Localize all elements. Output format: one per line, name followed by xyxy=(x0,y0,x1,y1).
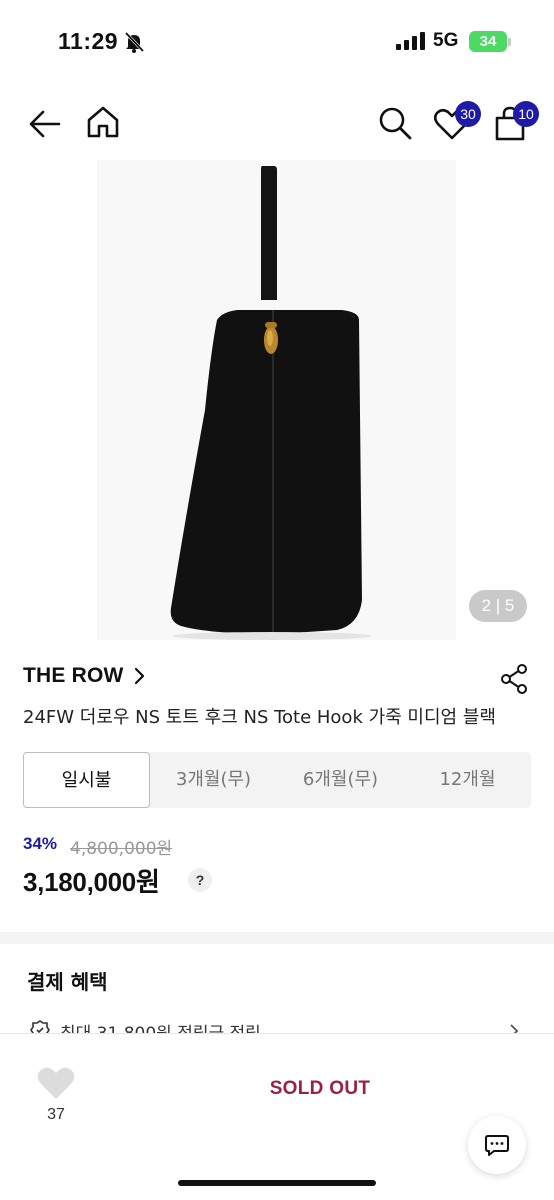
network-label: 5G xyxy=(433,30,459,51)
battery-indicator: 34 xyxy=(469,31,507,52)
search-icon xyxy=(379,107,412,140)
original-price: 4,800,000원 xyxy=(70,839,173,859)
status-time: 11:29 xyxy=(58,28,119,54)
section-divider xyxy=(0,932,554,944)
brand-link[interactable]: THE ROW xyxy=(23,664,146,688)
wishlist-count-badge: 30 xyxy=(455,101,481,127)
cart-count-badge: 10 xyxy=(513,101,539,127)
chevron-right-icon xyxy=(134,667,144,685)
back-arrow-icon xyxy=(29,110,61,138)
battery-cap xyxy=(508,38,511,46)
back-button[interactable] xyxy=(26,105,64,143)
like-button[interactable] xyxy=(36,1064,76,1102)
tab-lump-sum[interactable]: 일시불 xyxy=(23,752,150,808)
heart-filled-icon xyxy=(37,1067,75,1099)
sale-price: 3,180,000원 xyxy=(23,867,160,897)
chat-button[interactable] xyxy=(468,1116,526,1174)
bell-slash-icon xyxy=(124,31,145,53)
tab-3-months[interactable]: 3개월(무) xyxy=(150,752,277,808)
tote-bag-photo xyxy=(97,160,456,640)
sold-out-button[interactable]: SOLD OUT xyxy=(120,1064,520,1114)
status-bar: 11:29 5G 34 xyxy=(0,0,554,84)
share-icon xyxy=(501,664,527,694)
product-title: 24FW 더로우 NS 토트 후크 NS Tote Hook 가죽 미디엄 블랙 xyxy=(23,707,496,728)
home-icon xyxy=(87,106,119,138)
chat-bubble-icon xyxy=(485,1135,509,1156)
home-indicator xyxy=(178,1180,376,1186)
tab-6-months[interactable]: 6개월(무) xyxy=(277,752,404,808)
discount-rate: 34% xyxy=(23,834,58,853)
share-button[interactable] xyxy=(500,664,528,694)
image-counter: 2 | 5 xyxy=(469,590,527,622)
brand-name: THE ROW xyxy=(23,664,124,687)
like-count: 37 xyxy=(47,1106,65,1123)
price-help-button[interactable]: ? xyxy=(188,868,212,892)
home-button[interactable] xyxy=(84,103,122,141)
benefits-title: 결제 혜택 xyxy=(27,970,108,994)
bottom-action-bar: 37 SOLD OUT xyxy=(0,1033,554,1200)
installment-tabs: 일시불 3개월(무) 6개월(무) 12개월 xyxy=(23,752,531,808)
tab-12-months[interactable]: 12개월 xyxy=(404,752,531,808)
signal-icon xyxy=(396,32,425,50)
search-button[interactable] xyxy=(376,104,414,142)
product-image[interactable] xyxy=(97,160,456,640)
